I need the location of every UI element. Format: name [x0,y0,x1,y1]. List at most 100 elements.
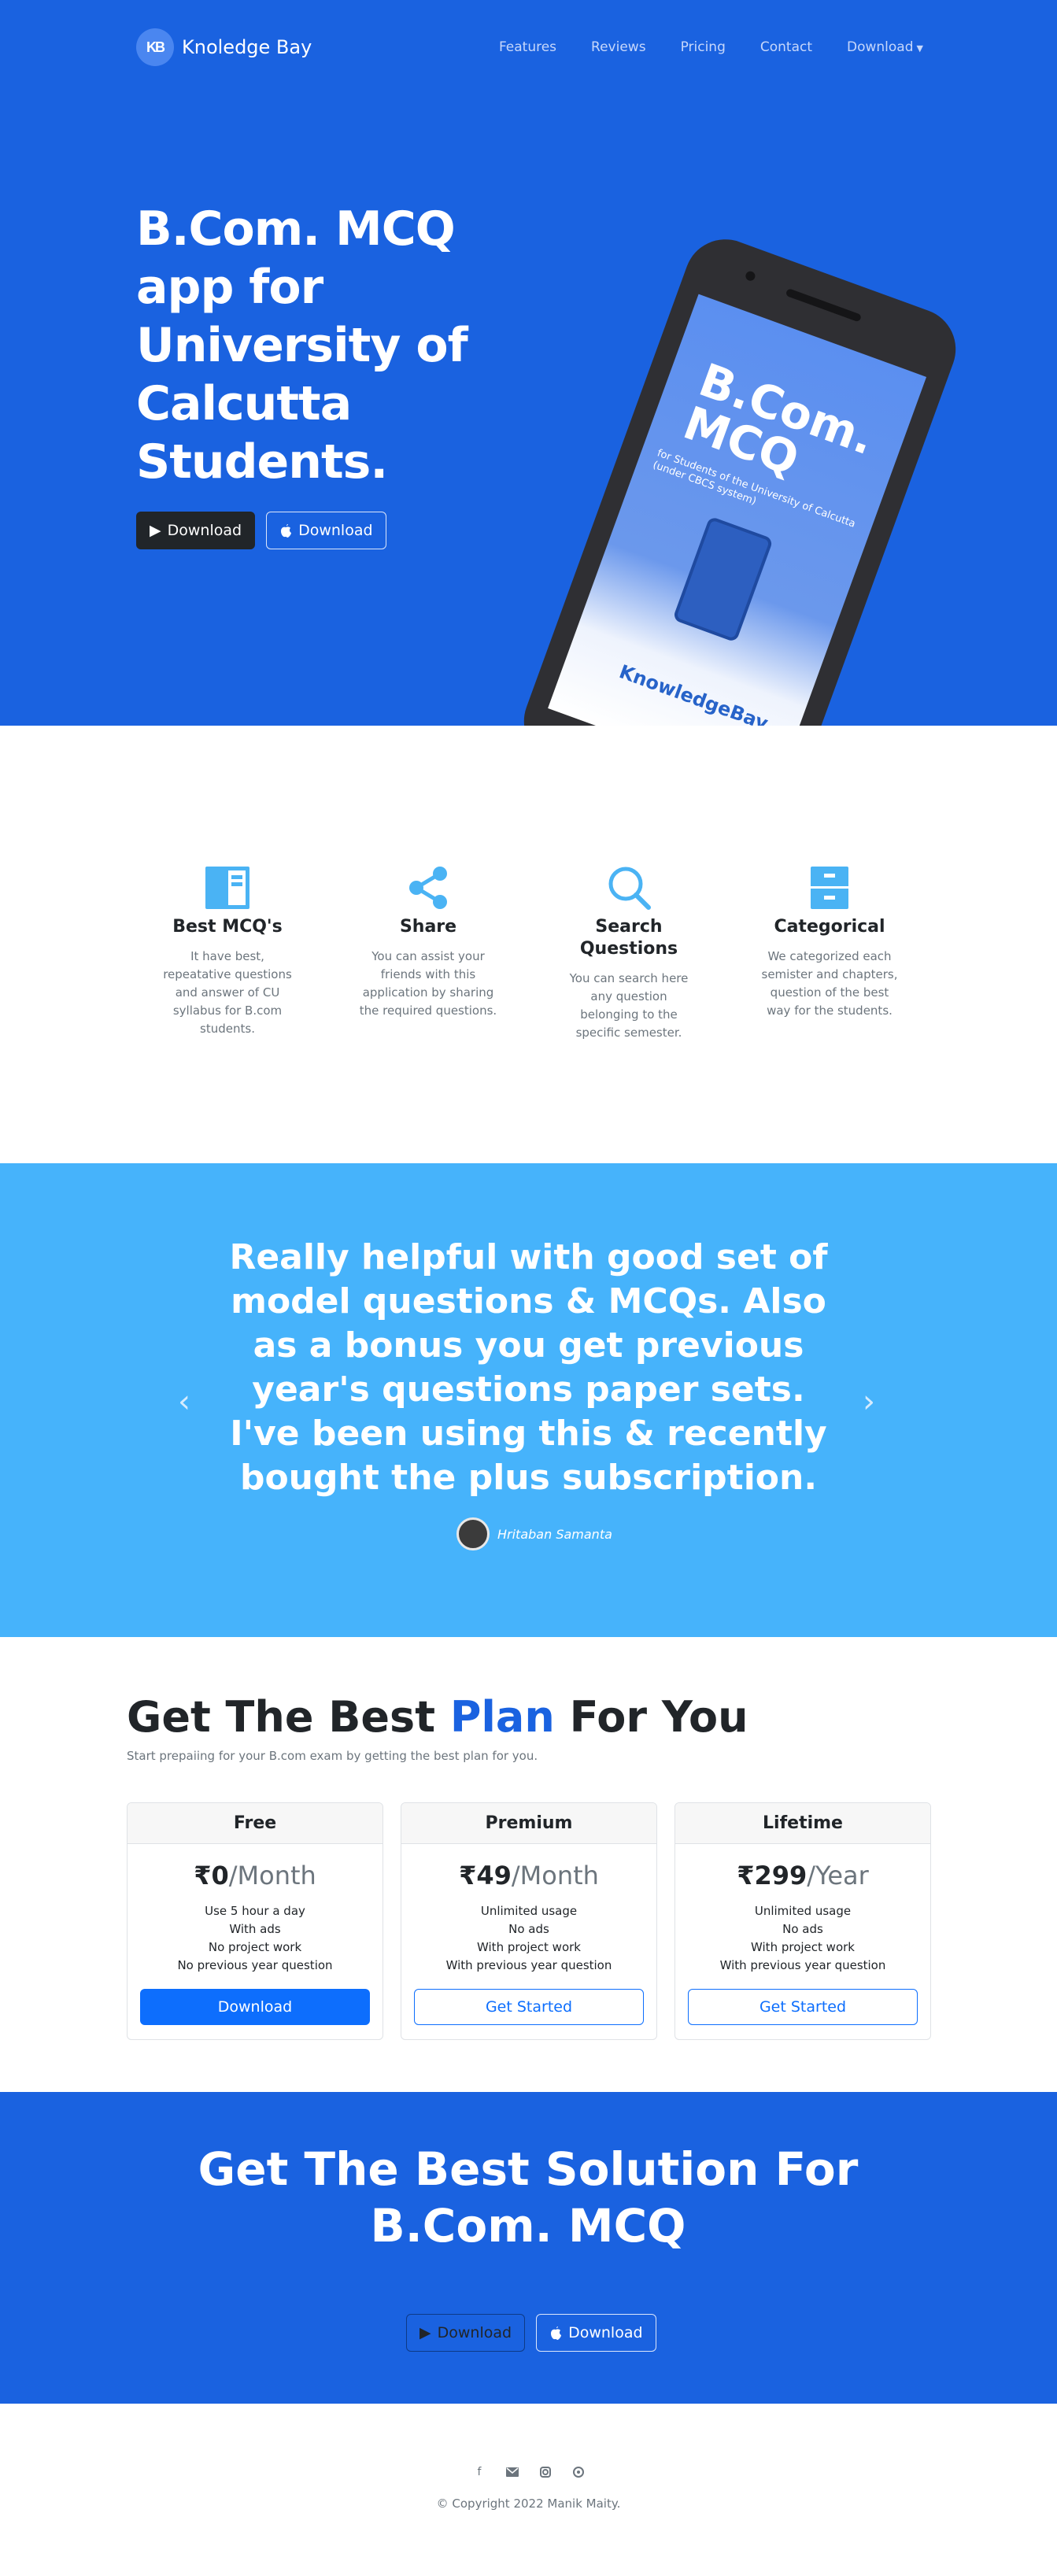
share-icon [409,867,447,909]
hero-title: B.Com. MCQ app for University of Calcutt… [136,201,468,490]
list-item: Unlimited usage [754,1904,852,1918]
page: KB Knoledge Bay Features Reviews Pricing… [0,0,1057,2576]
play-store-icon: ▶ [419,2324,431,2341]
nav-link-reviews[interactable]: Reviews [591,39,646,55]
plan-price: ₹49/Month [401,1858,656,1893]
feature-text: You can assist your friends with this ap… [359,949,497,1018]
caret-down-icon: ▼ [916,43,923,54]
author-name: Hritaban Samanta [497,1526,612,1542]
testimonial-author: Hritaban Samanta [456,1517,612,1550]
feature-title: Search Questions [579,917,678,959]
nav-dropdown-download[interactable]: Download ▼ [847,39,923,55]
plan-period: /Year [807,1861,869,1890]
pricing-card-free: Free ₹0/Month Use 5 hour a day With ads … [127,1802,383,2040]
phone-speaker [785,287,863,323]
hero-section: KB Knoledge Bay Features Reviews Pricing… [0,0,1057,726]
plan-price: ₹299/Year [675,1858,930,1893]
list-item: No project work [208,1940,302,1954]
feature-title: Best MCQ's [172,917,283,937]
plan-period: /Month [228,1861,316,1890]
feature-categorical: Categorical We categorized each semister… [760,866,899,1020]
instagram-icon[interactable] [538,2465,553,2479]
facebook-icon[interactable]: f [472,2465,486,2479]
list-item: With previous year question [719,1958,886,1972]
plan-features: Unlimited usage No ads With project work… [401,1902,656,1975]
social-links: f [472,2465,586,2479]
apple-icon [551,2327,562,2340]
nav-links: Features Reviews Pricing Contact Downloa… [499,39,923,55]
phone-screen: B.Com. MCQ for Students of the Universit… [548,294,927,726]
plan-name: Free [128,1803,383,1844]
free-download-button[interactable]: Download [140,1989,370,2025]
list-item: No previous year question [177,1958,333,1972]
plan-features: Use 5 hour a day With ads No project wor… [128,1902,383,1975]
list-item: With previous year question [445,1958,612,1972]
list-item: No ads [782,1922,823,1936]
chevron-right-icon[interactable]: › [863,1384,875,1420]
phone-mockup: B.Com. MCQ for Students of the Universit… [512,227,967,726]
nav-link-contact[interactable]: Contact [760,39,812,55]
mail-icon[interactable] [505,2465,519,2479]
feature-search-questions: Search Questions You can search here any… [560,866,698,1042]
plan-name: Premium [401,1803,656,1844]
lifetime-get-started-button[interactable]: Get Started [688,1989,918,2025]
premium-get-started-button[interactable]: Get Started [414,1989,644,2025]
list-item: Unlimited usage [480,1904,578,1918]
pricing-subtitle: Start prepaiing for your B.com exam by g… [127,1749,538,1763]
list-item: With project work [477,1940,581,1954]
plan-price: ₹0/Month [128,1858,383,1893]
feature-text: You can search here any question belongi… [569,971,689,1040]
list-item: Use 5 hour a day [205,1904,305,1918]
navbar: KB Knoledge Bay Features Reviews Pricing… [136,28,923,68]
feature-share: Share You can assist your friends with t… [359,866,497,1020]
feature-title: Share [399,917,457,937]
feature-text: It have best, repeatative questions and … [163,949,292,1036]
hero-buttons: ▶ Download Download [136,512,386,549]
app-store-download-button[interactable]: Download [536,2314,656,2352]
pricing-card-premium: Premium ₹49/Month Unlimited usage No ads… [401,1802,657,2040]
feature-title: Categorical [774,917,885,937]
features-section: Best MCQ's It have best, repeatative que… [0,842,1057,1063]
plan-period: /Month [511,1861,599,1890]
cta-title: Get The Best Solution For B.Com. MCQ [198,2142,859,2253]
feature-best-mcqs: Best MCQ's It have best, repeatative que… [158,866,297,1038]
button-label: Download [437,2324,512,2341]
app-store-download-button[interactable]: Download [266,512,386,549]
google-play-download-button[interactable]: ▶ Download [406,2314,526,2352]
copyright: © Copyright 2022 Manik Maity. [436,2497,621,2511]
plan-amount: ₹299 [737,1861,808,1890]
brand[interactable]: KB Knoledge Bay [136,28,312,66]
book-icon [205,867,249,909]
play-store-icon: ▶ [150,522,161,539]
button-label: Download [568,2324,643,2341]
plan-amount: ₹49 [459,1861,512,1890]
phone-screen-logo: KnowledgeBay [616,660,771,726]
list-item: With project work [751,1940,855,1954]
whatsapp-icon[interactable] [571,2465,586,2479]
brand-logo: KB [136,28,174,66]
nav-link-features[interactable]: Features [499,39,556,55]
button-label: Download [167,522,242,539]
plan-amount: ₹0 [194,1861,229,1890]
nav-dropdown-label: Download [847,39,914,55]
pricing-title-pre: Get The Best [127,1692,450,1742]
pricing-title: Get The Best Plan For You [127,1692,748,1743]
phone-camera [744,270,757,283]
pricing-section: Get The Best Plan For You Start prepaiin… [0,1637,1057,2092]
cta-section: Get The Best Solution For B.Com. MCQ ▶ D… [0,2092,1057,2404]
cta-buttons: ▶ Download Download [406,2314,656,2352]
phone-screen-illustration [672,516,774,643]
chevron-left-icon[interactable]: ‹ [178,1384,190,1420]
testimonial-quote: Really helpful with good set of model qu… [229,1237,828,1498]
nav-link-pricing[interactable]: Pricing [681,39,726,55]
search-icon [608,867,651,910]
footer: f © Copyright 2022 Manik Maity. [0,2404,1057,2576]
pricing-title-accent: Plan [449,1692,555,1742]
archive-icon [811,867,848,909]
feature-text: We categorized each semister and chapter… [761,949,898,1018]
list-item: No ads [508,1922,549,1936]
avatar [456,1517,490,1550]
pricing-title-post: For You [554,1692,748,1742]
pricing-card-lifetime: Lifetime ₹299/Year Unlimited usage No ad… [674,1802,931,2040]
google-play-download-button[interactable]: ▶ Download [136,512,256,549]
